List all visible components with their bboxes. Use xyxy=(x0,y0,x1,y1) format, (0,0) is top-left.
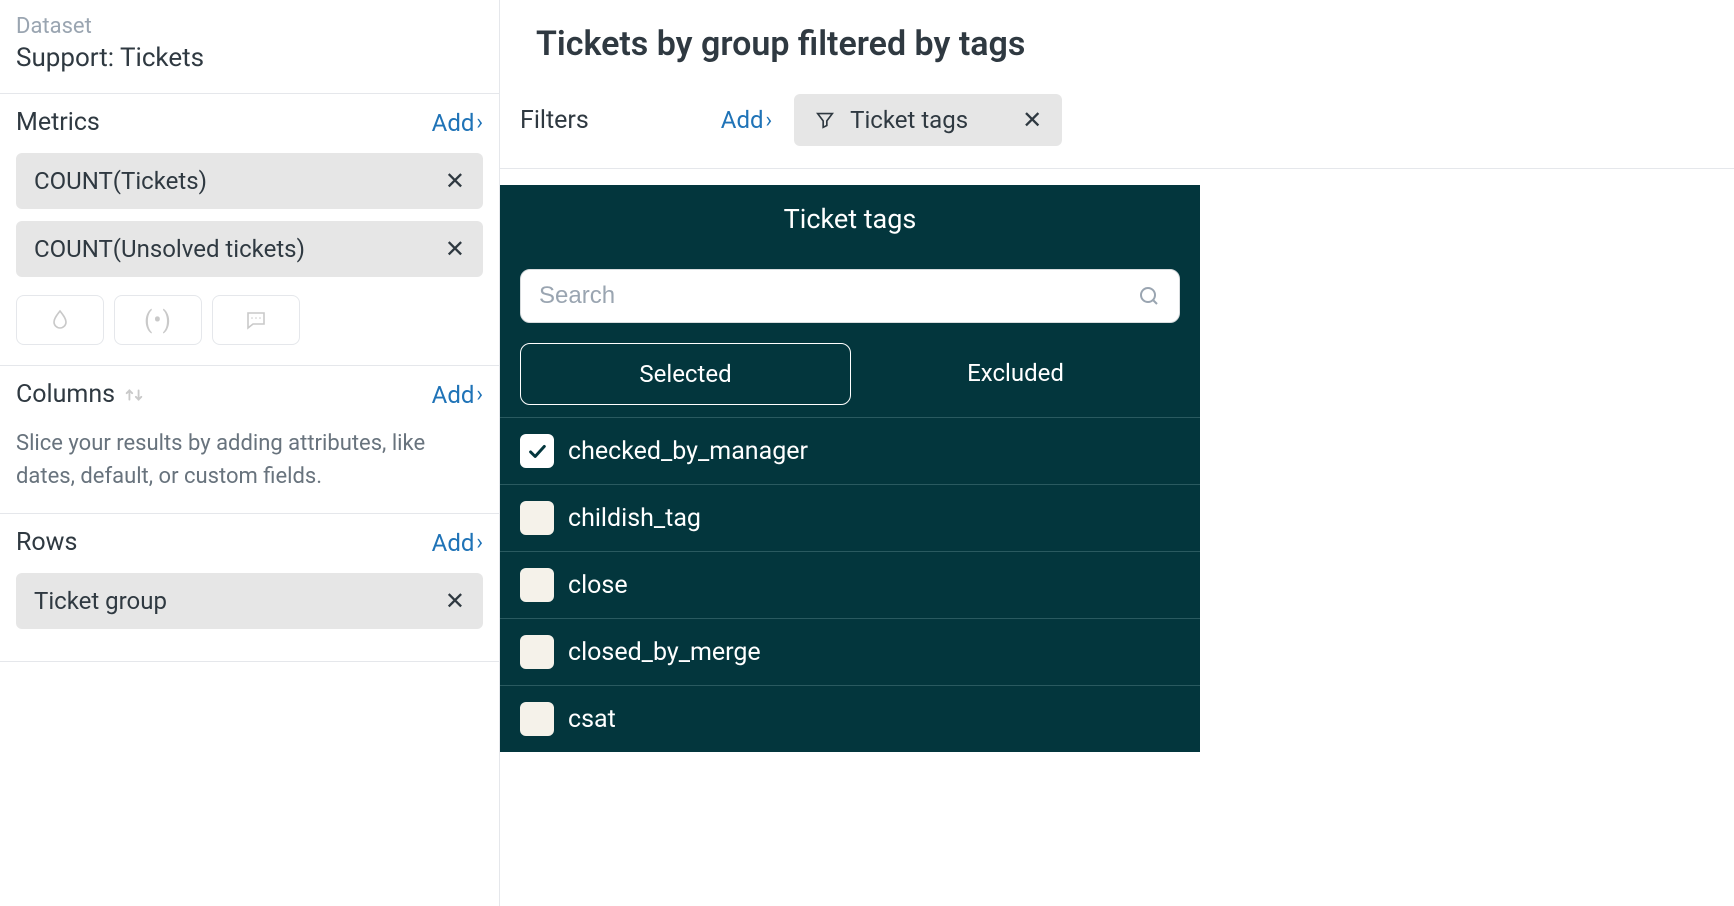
checkbox[interactable] xyxy=(520,702,554,736)
tag-label: childish_tag xyxy=(568,504,701,533)
row-pill[interactable]: Ticket group ✕ xyxy=(16,573,483,629)
add-column-button[interactable]: Add › xyxy=(432,381,483,409)
close-icon[interactable]: ✕ xyxy=(445,587,465,615)
tag-label: close xyxy=(568,571,628,600)
tag-row[interactable]: closed_by_merge xyxy=(500,618,1200,685)
search-field[interactable] xyxy=(520,269,1180,323)
filters-label: Filters xyxy=(520,106,589,135)
search-icon xyxy=(1137,284,1161,308)
tag-row[interactable]: childish_tag xyxy=(500,484,1200,551)
filter-chip-label: Ticket tags xyxy=(850,106,968,134)
sidebar: Dataset Support: Tickets Metrics Add › C… xyxy=(0,0,500,906)
tag-label: checked_by_manager xyxy=(568,437,808,466)
dataset-label: Dataset xyxy=(16,14,483,39)
checkbox[interactable] xyxy=(520,635,554,669)
checkbox[interactable] xyxy=(520,501,554,535)
metric-label: COUNT(Tickets) xyxy=(34,167,207,195)
comment-icon xyxy=(244,308,268,332)
broadcast-icon-button[interactable]: (•) xyxy=(114,295,202,345)
drop-icon xyxy=(48,308,72,332)
columns-help-text: Slice your results by adding attributes,… xyxy=(16,425,483,493)
add-row-button[interactable]: Add › xyxy=(432,529,483,557)
metric-icon-row: (•) xyxy=(16,295,483,345)
checkbox[interactable] xyxy=(520,434,554,468)
columns-title: Columns xyxy=(16,380,145,409)
broadcast-icon: (•) xyxy=(144,306,172,334)
checkbox[interactable] xyxy=(520,568,554,602)
metrics-section: Metrics Add › COUNT(Tickets) ✕ COUNT(Uns… xyxy=(0,94,499,366)
tag-row[interactable]: close xyxy=(500,551,1200,618)
filter-chip-ticket-tags[interactable]: Ticket tags ✕ xyxy=(794,94,1062,146)
add-metric-button[interactable]: Add › xyxy=(432,109,483,137)
check-icon xyxy=(526,440,548,462)
dataset-section: Dataset Support: Tickets xyxy=(0,0,499,94)
close-icon[interactable]: ✕ xyxy=(1022,106,1042,134)
metric-pill[interactable]: COUNT(Tickets) ✕ xyxy=(16,153,483,209)
row-label: Ticket group xyxy=(34,587,167,615)
page-title: Tickets by group filtered by tags xyxy=(500,0,1734,94)
metric-pill[interactable]: COUNT(Unsolved tickets) ✕ xyxy=(16,221,483,277)
close-icon[interactable]: ✕ xyxy=(445,167,465,195)
rows-title: Rows xyxy=(16,528,77,557)
ticket-tags-dropdown: Ticket tags Selected Excluded xyxy=(500,185,1200,752)
main: Tickets by group filtered by tags Filter… xyxy=(500,0,1734,906)
swap-icon[interactable] xyxy=(123,384,145,406)
selected-excluded-toggle: Selected Excluded xyxy=(520,343,1180,405)
filters-bar: Filters Add › Ticket tags ✕ xyxy=(500,94,1734,169)
columns-section: Columns Add › Slice your results by addi… xyxy=(0,366,499,514)
rows-section: Rows Add › Ticket group ✕ xyxy=(0,514,499,662)
chevron-right-icon: › xyxy=(476,530,483,555)
metric-label: COUNT(Unsolved tickets) xyxy=(34,235,305,263)
tab-selected[interactable]: Selected xyxy=(520,343,851,405)
chevron-right-icon: › xyxy=(766,108,773,133)
tab-excluded[interactable]: Excluded xyxy=(851,343,1180,405)
metrics-title: Metrics xyxy=(16,108,100,137)
add-filter-button[interactable]: Add › xyxy=(721,106,772,134)
tag-list: checked_by_manager childish_tag close xyxy=(500,417,1200,752)
drop-icon-button[interactable] xyxy=(16,295,104,345)
tag-label: csat xyxy=(568,705,616,734)
chevron-right-icon: › xyxy=(476,110,483,135)
comment-icon-button[interactable] xyxy=(212,295,300,345)
search-input[interactable] xyxy=(539,282,1125,310)
dataset-name[interactable]: Support: Tickets xyxy=(16,43,483,73)
dropdown-title: Ticket tags xyxy=(500,203,1200,253)
filter-icon xyxy=(814,109,836,131)
tag-row[interactable]: checked_by_manager xyxy=(500,417,1200,484)
close-icon[interactable]: ✕ xyxy=(445,235,465,263)
tag-row[interactable]: csat xyxy=(500,685,1200,752)
chevron-right-icon: › xyxy=(476,382,483,407)
tag-label: closed_by_merge xyxy=(568,638,761,667)
